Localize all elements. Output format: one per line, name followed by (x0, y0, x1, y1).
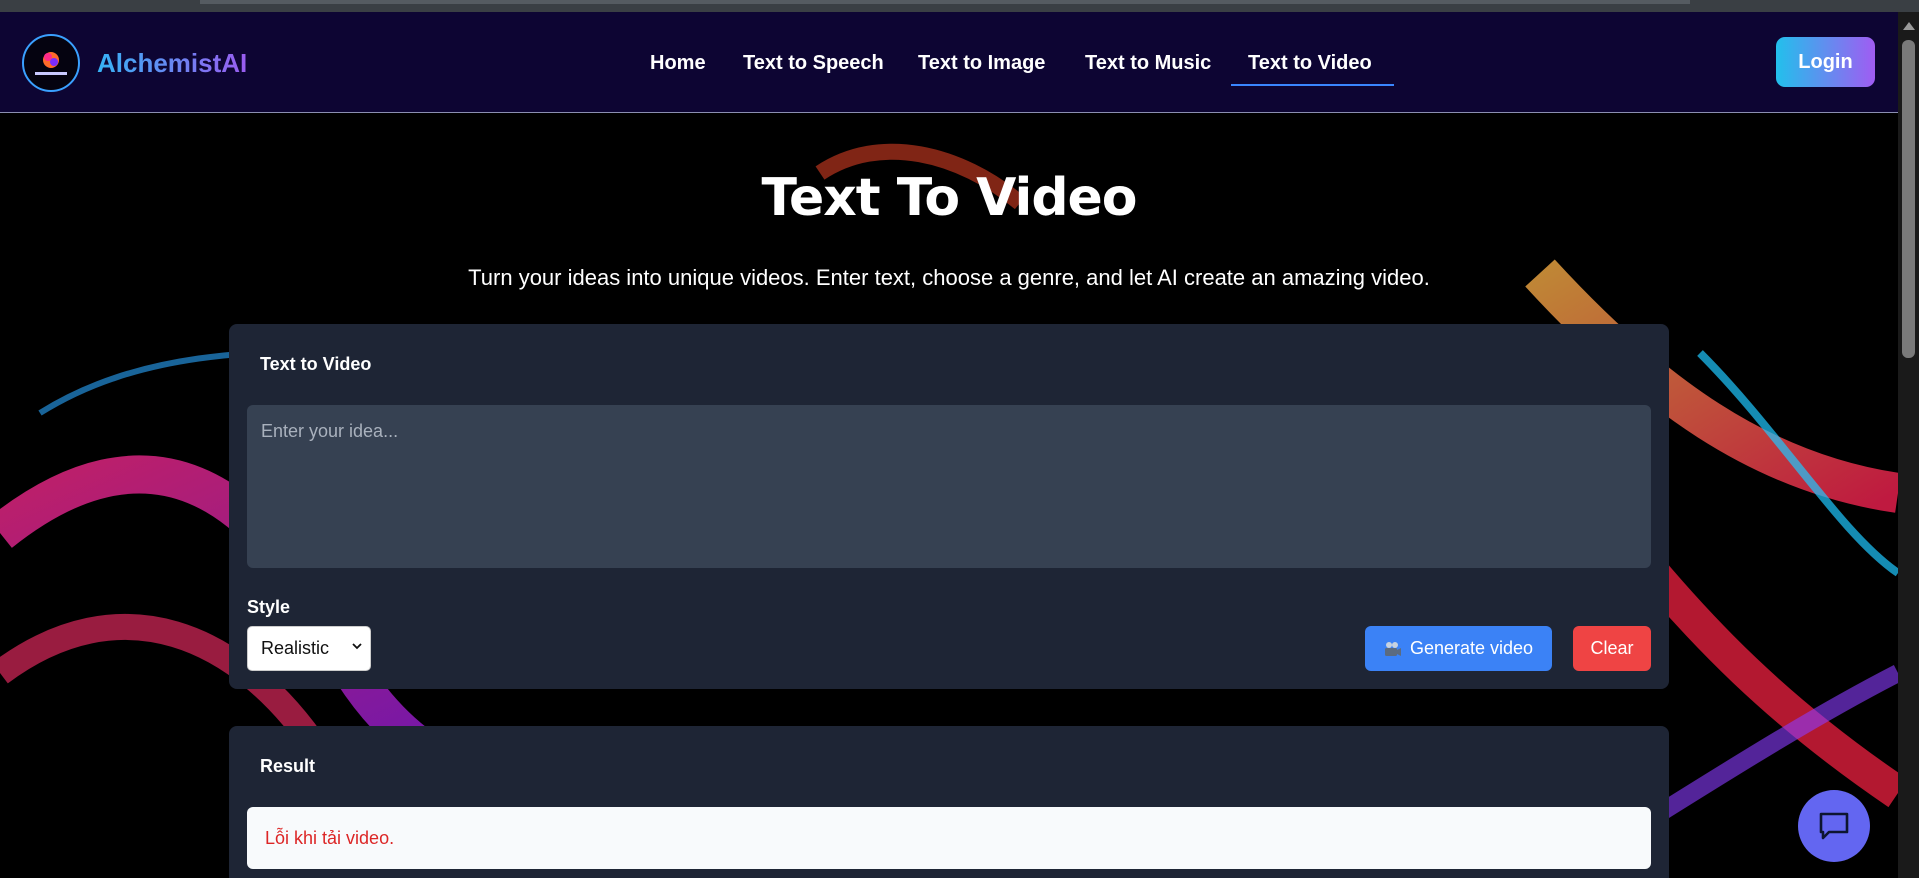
browser-top-strip (0, 0, 1919, 12)
clear-button[interactable]: Clear (1573, 626, 1651, 671)
result-card: Result Lỗi khi tải video. (229, 726, 1669, 878)
scroll-up-arrow-icon[interactable] (1903, 22, 1915, 30)
nav-text-to-image[interactable]: Text to Image (918, 52, 1045, 75)
active-nav-indicator (1231, 84, 1394, 86)
chat-button[interactable] (1798, 790, 1870, 862)
style-label: Style (247, 597, 291, 617)
brand-logo[interactable] (22, 34, 80, 92)
page-subtitle: Turn your ideas into unique videos. Ente… (468, 265, 1430, 290)
result-message: Lỗi khi tải video. (247, 807, 1651, 869)
chat-bubble-icon (1819, 812, 1849, 840)
browser-tab-strip (200, 0, 1690, 4)
video-camera-icon (1384, 641, 1401, 656)
scrollbar-thumb[interactable] (1902, 40, 1915, 358)
style-select-value: Realistic (261, 638, 330, 658)
nav-home[interactable]: Home (650, 52, 706, 75)
generator-card: Text to Video Style Realistic Generate v… (229, 324, 1669, 689)
nav-text-to-speech[interactable]: Text to Speech (743, 52, 884, 75)
generate-video-label: Generate video (1409, 638, 1534, 658)
brand-name[interactable]: AlchemistAI (97, 48, 247, 79)
top-navbar: AlchemistAI Home Text to Speech Text to … (0, 12, 1898, 113)
login-button[interactable]: Login (1776, 37, 1875, 87)
logo-emblem-icon (35, 52, 67, 75)
generate-video-button[interactable]: Generate video (1365, 626, 1552, 671)
page-title: Text To Video (761, 168, 1137, 228)
chevron-down-icon (352, 643, 362, 650)
style-select[interactable]: Realistic (247, 626, 371, 671)
nav-text-to-music[interactable]: Text to Music (1085, 52, 1211, 75)
idea-input[interactable] (247, 405, 1651, 568)
generator-card-title: Text to Video (260, 354, 372, 374)
result-card-title: Result (260, 756, 316, 776)
nav-text-to-video[interactable]: Text to Video (1248, 52, 1372, 75)
page-scrollbar[interactable] (1898, 12, 1919, 878)
